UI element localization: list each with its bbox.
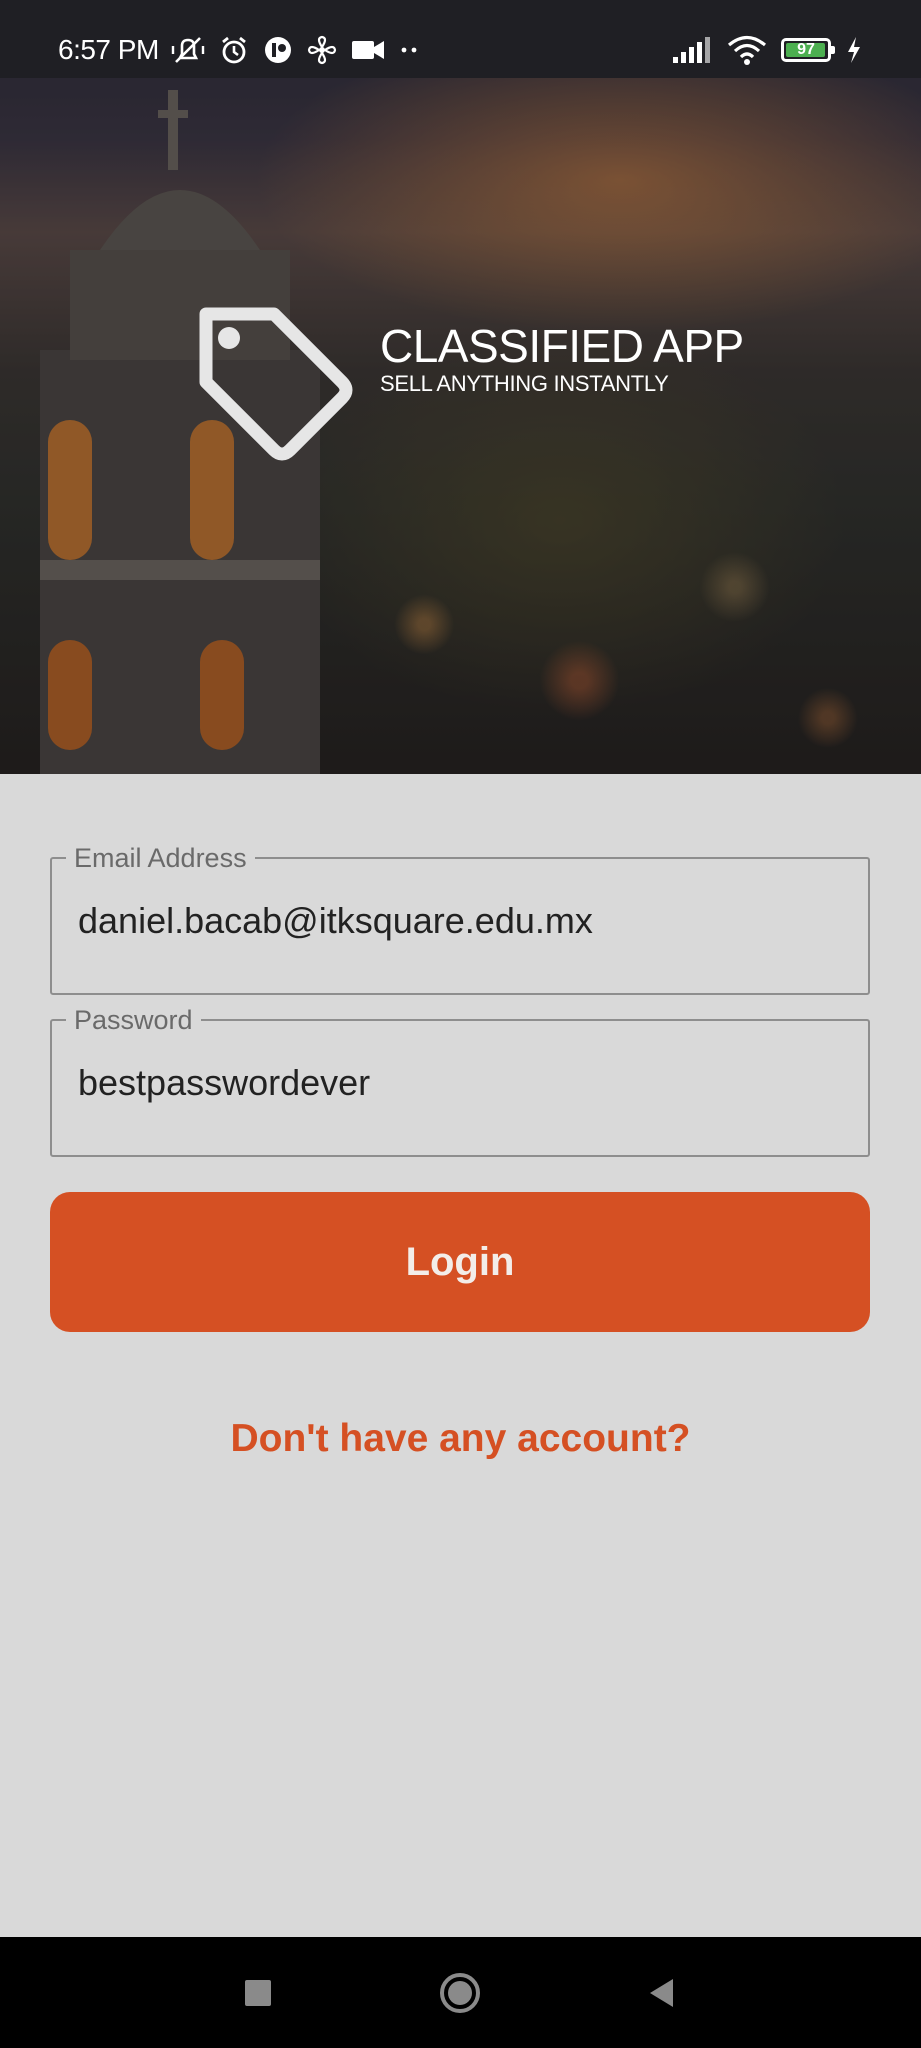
recents-icon (245, 1980, 271, 2006)
login-button[interactable]: Login (50, 1192, 870, 1332)
mute-vibrate-icon (171, 37, 205, 63)
system-icons: 97 (671, 30, 863, 70)
recents-button[interactable] (228, 1963, 288, 2023)
battery-level: 97 (797, 41, 815, 58)
charging-icon (848, 37, 860, 63)
home-button[interactable] (430, 1963, 490, 2023)
signal-icon (673, 37, 710, 63)
email-input[interactable] (78, 899, 848, 943)
app-tagline: SELL ANYTHING INSTANTLY (380, 371, 669, 396)
app-title: CLASSIFIED APP (380, 320, 744, 372)
email-label: Email Address (66, 843, 255, 873)
password-input[interactable] (78, 1061, 848, 1105)
wifi-icon (727, 35, 767, 65)
password-label: Password (66, 1005, 201, 1035)
signup-link[interactable]: Don't have any account? (0, 1414, 921, 1464)
video-icon (352, 41, 384, 59)
fan-icon (307, 35, 337, 65)
login-form: Email Address Password Login Don't have … (0, 774, 921, 1937)
brand-header: CLASSIFIED APP SELL ANYTHING INSTANTLY (192, 300, 744, 470)
alarm-icon (222, 36, 246, 64)
price-tag-icon (199, 307, 353, 461)
status-bar: 6:57 PM 97 (0, 0, 921, 78)
back-button[interactable] (632, 1963, 692, 2023)
app-icon (265, 37, 291, 63)
notification-icons (170, 30, 422, 70)
home-icon (440, 1973, 480, 2013)
brand-text: CLASSIFIED APP SELL ANYTHING INSTANTLY (380, 322, 744, 398)
navigation-bar (0, 1937, 921, 2048)
battery-icon: 97 (781, 38, 835, 62)
more-dots-icon (401, 47, 417, 53)
status-time: 6:57 PM (58, 34, 159, 65)
password-field[interactable]: Password (50, 1005, 870, 1157)
back-icon (650, 1979, 673, 2007)
email-field[interactable]: Email Address (50, 843, 870, 995)
